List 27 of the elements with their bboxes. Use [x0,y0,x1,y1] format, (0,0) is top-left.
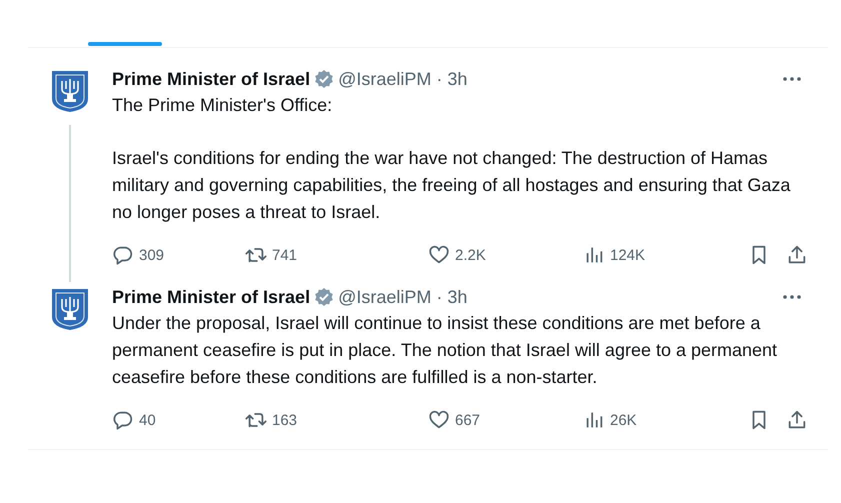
view-count: 26K [610,412,637,428]
emblem-icon[interactable] [50,287,90,331]
post-time[interactable]: · 3h [436,68,468,90]
post-text: Under the proposal, Israel will continue to insist these conditions are met before a permanent ceasefire is put in place. The notion that Israel will agree to a permanent ceasefire before these conditions are fulfilled is a non-starter. [112,312,778,389]
share-icon[interactable] [786,244,808,266]
user-handle[interactable]: @IsraeliPM [338,286,432,308]
user-handle[interactable]: @IsraeliPM [338,68,432,90]
reply-count: 40 [139,412,156,428]
like-count: 2.2K [455,246,486,264]
author-name[interactable]: Prime Minister of Israel [112,68,310,90]
view-count: 124K [610,246,646,264]
reply-count: 309 [139,246,164,264]
repost-count: 741 [272,246,298,264]
post-time[interactable]: · 3h [436,286,468,308]
more-options-icon[interactable] [782,76,802,82]
post-text: Israel's conditions for ending the war have not changed: The destruction of Hamas military and governing capabilities, the freeing of all hostages and ensuring that Gaza no longer poses a threat to Israel. [112,147,792,224]
emblem-icon[interactable] [50,69,90,113]
reply-icon[interactable] [112,409,134,431]
repost-count: 163 [272,412,298,428]
author-name[interactable]: Prime Minister of Israel [112,286,310,308]
reply-icon[interactable] [112,244,134,266]
more-options-icon[interactable] [782,294,802,300]
heart-icon[interactable] [428,409,450,431]
like-count: 667 [455,412,480,428]
share-icon[interactable] [786,409,808,431]
heart-icon[interactable] [428,244,450,266]
post-text: The Prime Minister's Office: [112,94,334,117]
